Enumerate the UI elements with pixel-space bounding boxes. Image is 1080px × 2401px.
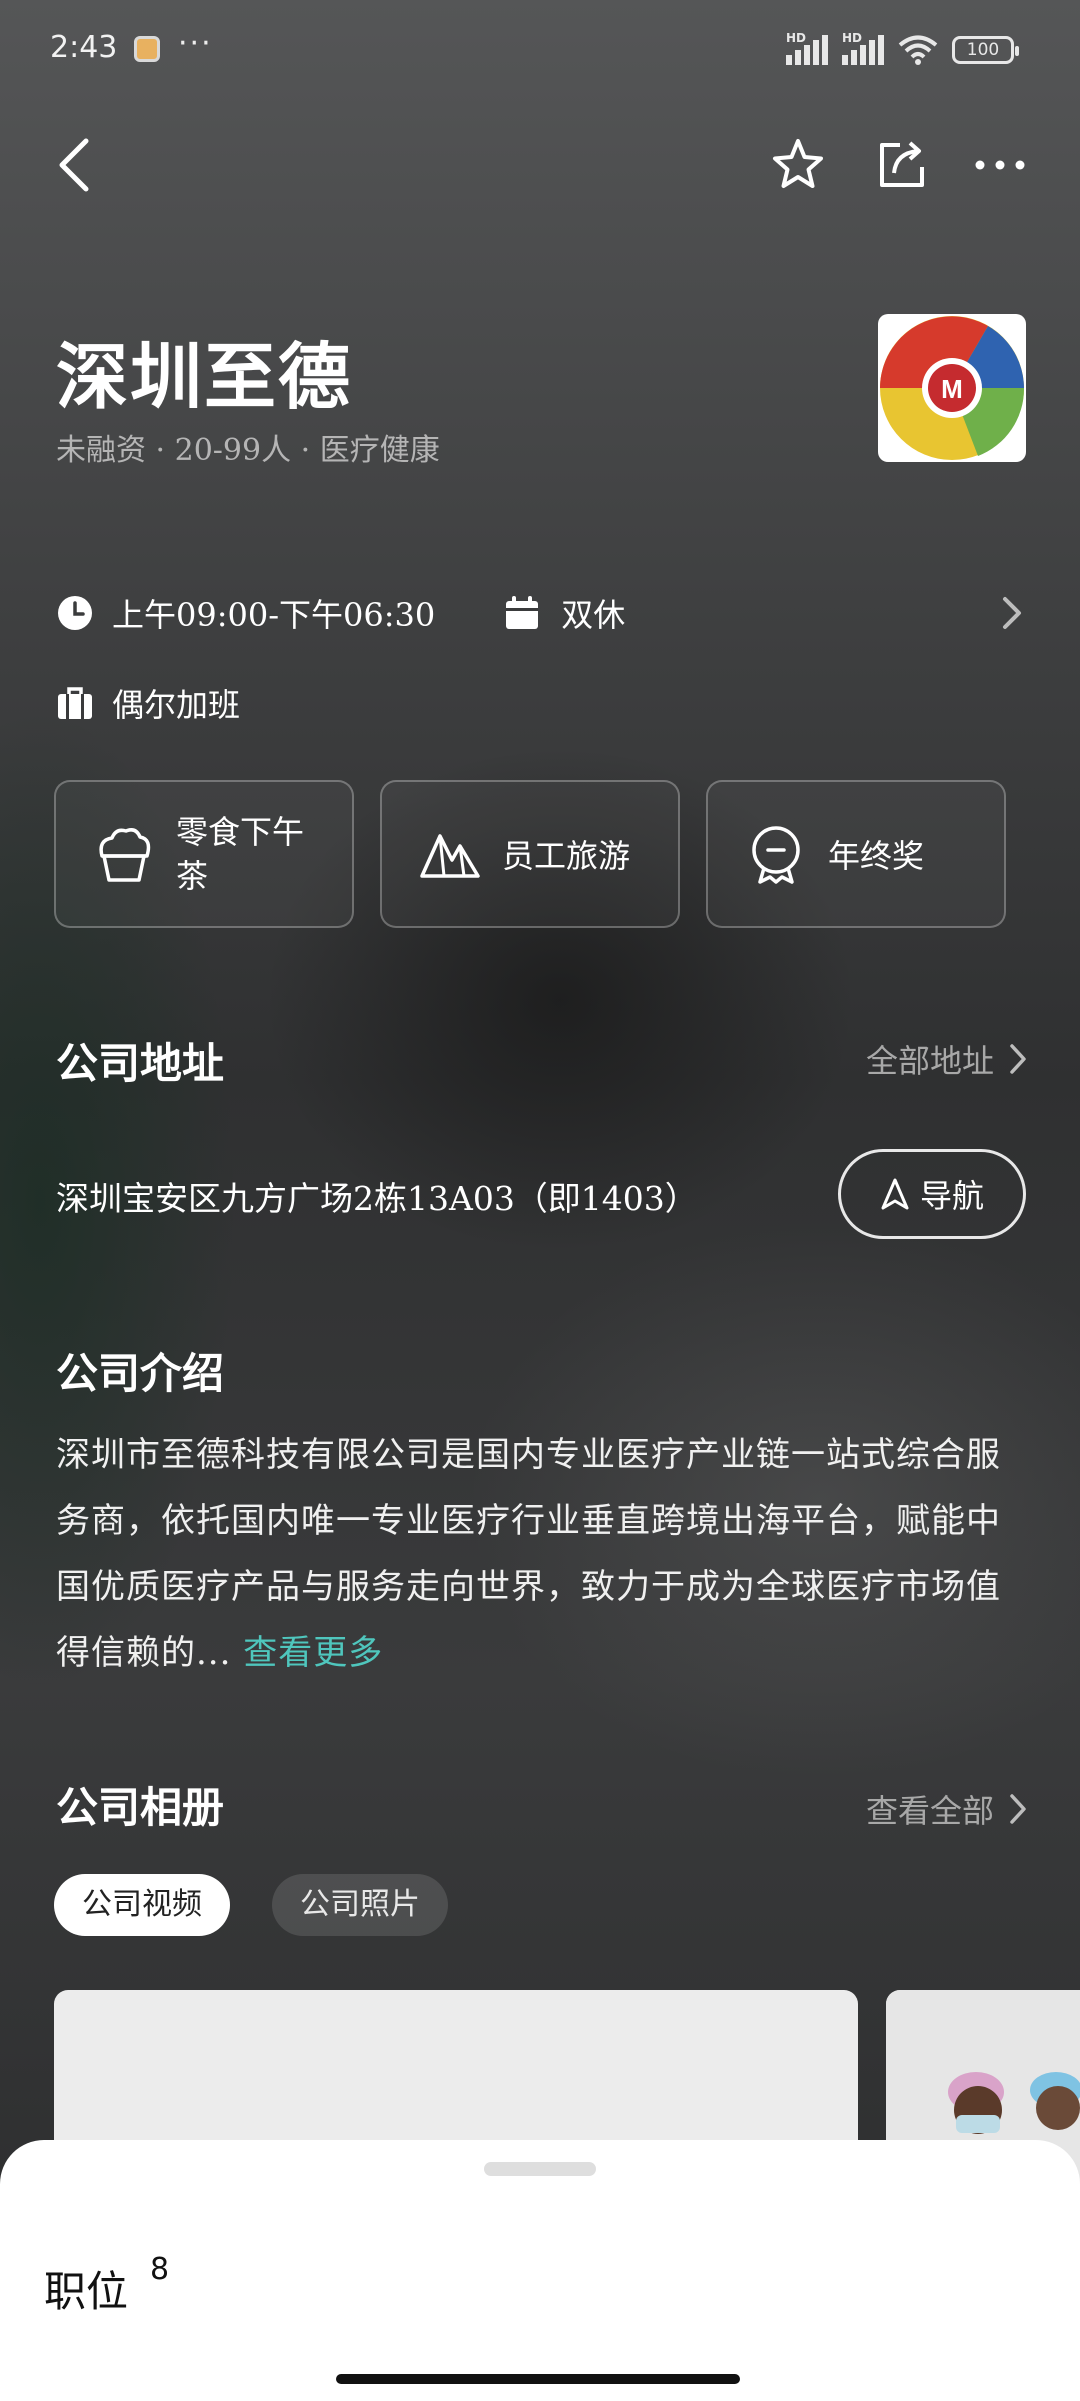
all-addresses-link[interactable]: 全部地址 [866,1036,1028,1082]
status-more-icon: ··· [178,26,213,61]
benefit-card[interactable]: 员工旅游 [380,780,680,928]
briefcase-icon [58,687,92,719]
album-section-title: 公司相册 [56,1783,225,1832]
benefit-card[interactable]: 年终奖 [706,780,1006,928]
chevron-right-icon [1010,1044,1026,1074]
medal-icon [752,826,800,884]
cupcake-icon [99,828,151,882]
battery-icon: 100 [952,36,1019,64]
work-hours-row[interactable]: 上午09:00-下午06:30 双休 [56,590,625,636]
view-more-link[interactable]: 查看更多 [243,1633,383,1673]
rest-days: 双休 [561,596,626,634]
sheet-drag-handle[interactable] [484,2162,596,2176]
company-name: 深圳至德 [56,334,353,419]
tab-company-video[interactable]: 公司视频 [54,1874,230,1936]
share-icon[interactable] [872,135,932,195]
back-button[interactable] [52,135,98,195]
company-address[interactable]: 深圳宝安区九方广场2栋13A03（即1403） [56,1172,698,1220]
benefit-label: 零食下午茶 [176,813,305,895]
work-hours: 上午09:00-下午06:30 [112,596,436,634]
intro-section-title: 公司介绍 [56,1349,225,1398]
address-section-title: 公司地址 [56,1039,225,1088]
benefit-label: 员工旅游 [502,837,631,875]
navigate-button[interactable]: 导航 [838,1149,1026,1239]
tab-company-photos[interactable]: 公司照片 [272,1874,448,1936]
mountain-icon [420,834,480,878]
hd-label: HD [842,31,863,45]
status-time: 2:43 [50,30,118,65]
intro-text: 深圳市至德科技有限公司是国内专业医疗产业链一站式综合服务商，依托国内唯一专业医疗… [56,1435,1001,1673]
company-intro: 深圳市至德科技有限公司是国内专业医疗产业链一站式综合服务商，依托国内唯一专业医疗… [56,1422,1026,1686]
logo-graphic: M [880,316,1025,460]
overtime-row: 偶尔加班 [56,680,240,726]
navigation-arrow-icon [881,1178,909,1210]
logo-letter: M [941,374,963,404]
favorite-star-icon[interactable] [768,135,828,195]
status-indicators: HD HD 100 [786,31,1019,66]
chevron-right-icon [1010,1794,1026,1824]
navigate-label: 导航 [919,1177,984,1215]
notification-app-icon [134,36,160,62]
company-logo[interactable]: M [878,314,1026,462]
benefit-card[interactable]: 零食下午茶 [54,780,354,928]
hd-label: HD [786,31,807,45]
signal-icon: HD [786,31,828,65]
view-all-label: 查看全部 [865,1792,994,1830]
wifi-icon [898,35,938,65]
company-meta: 未融资 · 20-99人 · 医疗健康 [56,433,440,468]
view-all-album-link[interactable]: 查看全部 [866,1786,1028,1832]
overtime-text: 偶尔加班 [112,686,241,724]
calendar-icon [506,596,539,629]
home-indicator[interactable] [336,2374,740,2384]
clock-icon [58,596,92,630]
signal-icon: HD [842,31,884,65]
all-addresses-label: 全部地址 [865,1042,994,1080]
jobs-tab-label[interactable]: 职位 [44,2258,128,2319]
jobs-count: 8 [150,2252,170,2287]
benefit-label: 年终奖 [828,837,925,875]
more-options-icon[interactable] [970,135,1030,195]
chevron-right-icon[interactable] [1000,594,1024,632]
